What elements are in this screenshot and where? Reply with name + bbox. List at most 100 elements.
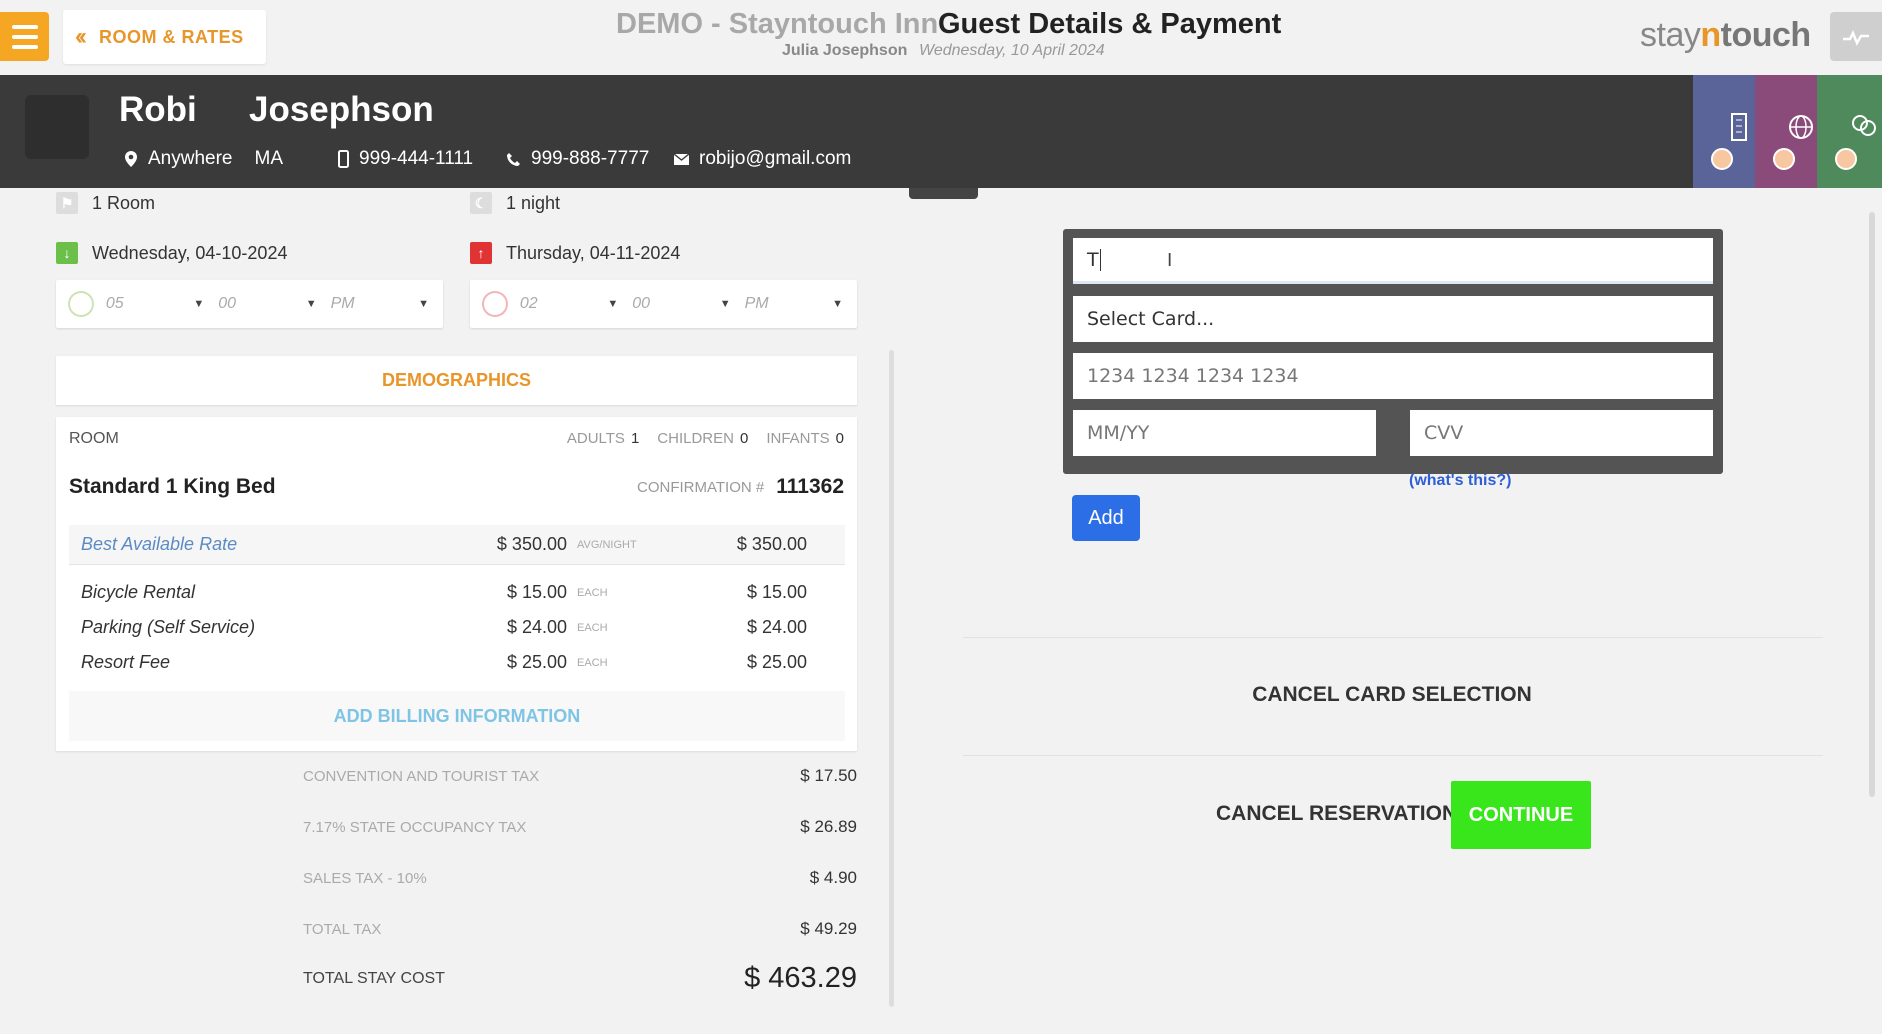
room-label: ROOM (69, 430, 119, 447)
addon-row: Parking (Self Service) $ 24.00 EACH $ 24… (81, 617, 807, 637)
guest-mobile[interactable]: 999-444-1111 (338, 148, 473, 170)
caret-down-icon: ▼ (719, 298, 731, 310)
caret-down-icon: ▼ (193, 298, 205, 310)
pulse-icon (1843, 29, 1869, 46)
cancel-card-selection-button[interactable]: CANCEL CARD SELECTION (1192, 683, 1592, 707)
tax-row: 7.17% STATE OCCUPANCY TAX $ 26.89 (303, 817, 857, 836)
tab-handle[interactable] (909, 188, 978, 199)
room-type: Standard 1 King Bed (69, 475, 276, 498)
guest-phone[interactable]: 999-888-7777 (506, 148, 649, 170)
arrival-time-picker: 05 ▼ 00 ▼ PM ▼ (56, 280, 443, 328)
guest-city: Anywhere (148, 148, 233, 169)
cardholder-name-input[interactable]: T Ι (1073, 238, 1713, 284)
arrival-ampm-select[interactable]: PM ▼ (331, 295, 443, 313)
clock-icon (68, 291, 94, 317)
night-count: ☾ 1 night (470, 192, 560, 214)
caret-down-icon: ▼ (418, 298, 429, 310)
i-beam-cursor-icon: Ι (1167, 250, 1173, 271)
addon-row: Bicycle Rental $ 15.00 EACH $ 15.00 (81, 582, 807, 602)
card-entry-frame: T Ι Select Card... 1234 1234 1234 1234 M… (1063, 229, 1723, 474)
hamburger-menu-button[interactable] (0, 12, 49, 61)
total-tax-row: TOTAL TAX $ 49.29 (303, 919, 857, 938)
page-title: Guest Details & Payment (938, 8, 1282, 40)
confirmation-number: 111362 (776, 475, 844, 498)
map-pin-icon (125, 151, 137, 167)
departure-hour-select[interactable]: 02 ▼ (520, 295, 632, 313)
total-stay-cost-row: TOTAL STAY COST $ 463.29 (303, 962, 857, 994)
avatar[interactable] (25, 95, 89, 159)
rings-icon (1851, 114, 1876, 136)
room-count: ⚑ 1 Room (56, 192, 155, 214)
hamburger-icon (11, 24, 38, 29)
right-scrollbar[interactable] (1869, 212, 1875, 797)
divider (963, 637, 1823, 638)
clock-icon (482, 291, 508, 317)
stayntouch-logo: stayntouch (1640, 16, 1811, 54)
side-tab-building[interactable] (1693, 75, 1755, 188)
caret-down-icon: ▼ (607, 298, 619, 310)
add-card-button[interactable]: Add (1072, 495, 1140, 541)
addon-row: Resort Fee $ 25.00 EACH $ 25.00 (81, 652, 807, 672)
occupancy: ADULTS 1 CHILDREN 0 INFANTS 0 (566, 430, 844, 447)
guest-info-bar: Robi Josephson Anywhere MA 999-444-1111 … (0, 75, 1882, 188)
departure-ampm-select[interactable]: PM ▼ (745, 295, 857, 313)
double-chevron-left-icon: ‹‹ (75, 23, 87, 50)
room-card: ROOM ADULTS 1 CHILDREN 0 INFANTS 0 Standard… (56, 417, 857, 751)
departure-date[interactable]: ↑ Thursday, 04-11-2024 (470, 242, 680, 264)
expiry-input[interactable]: MM/YY (1073, 410, 1376, 456)
side-tab-globe[interactable] (1755, 75, 1817, 188)
caret-down-icon: ▼ (305, 298, 317, 310)
select-card-dropdown[interactable]: Select Card... (1073, 296, 1713, 342)
user-name: Julia Josephson (782, 42, 908, 59)
card-number-input[interactable]: 1234 1234 1234 1234 (1073, 353, 1713, 399)
cvv-input[interactable]: CVV (1410, 410, 1713, 456)
guest-email[interactable]: robijo@gmail.com (674, 148, 851, 170)
phone-icon (507, 152, 520, 166)
children-count: 0 (739, 430, 749, 447)
moon-icon: ☾ (470, 192, 492, 214)
continue-button[interactable]: CONTINUE (1451, 781, 1591, 849)
guest-last-name[interactable]: Josephson (249, 90, 434, 130)
envelope-icon (674, 153, 689, 165)
left-scrollbar[interactable] (889, 350, 894, 1007)
search-icon (1711, 148, 1733, 170)
back-button-label: ROOM & RATES (98, 26, 244, 47)
back-to-room-rates-button[interactable]: ‹‹ ROOM & RATES (63, 10, 266, 64)
arrival-hour-select[interactable]: 05 ▼ (106, 295, 218, 313)
search-icon (1835, 148, 1857, 170)
infants-count: 0 (835, 430, 844, 447)
building-icon (1731, 112, 1747, 141)
arrival-date[interactable]: ↓ Wednesday, 04-10-2024 (56, 242, 287, 264)
departure-minute-select[interactable]: 00 ▼ (632, 295, 744, 313)
side-tab-rings[interactable] (1817, 75, 1882, 188)
add-billing-information-button[interactable]: ADD BILLING INFORMATION (69, 691, 845, 741)
activity-button[interactable] (1830, 12, 1882, 61)
hotel-name: DEMO - Stayntouch Inn (616, 8, 939, 40)
demographics-button[interactable]: DEMOGRAPHICS (56, 356, 857, 405)
business-date: Wednesday, 10 April 2024 (919, 42, 1105, 59)
rate-total: $ 350.00 (736, 534, 807, 554)
guest-first-name[interactable]: Robi (119, 90, 197, 130)
departure-time-picker: 02 ▼ 00 ▼ PM ▼ (470, 280, 857, 328)
guest-location[interactable]: Anywhere MA (124, 148, 283, 170)
tax-row: CONVENTION AND TOURIST TAX $ 17.50 (303, 766, 857, 785)
tax-row: SALES TAX - 10% $ 4.90 (303, 868, 857, 887)
divider (963, 755, 1823, 756)
arrival-minute-select[interactable]: 00 ▼ (218, 295, 330, 313)
top-header: ‹‹ ROOM & RATES DEMO - Stayntouch Inn Gu… (0, 0, 1882, 75)
flag-icon: ⚑ (56, 192, 78, 214)
rate-row[interactable]: Best Available Rate $ 350.00 AVG/NIGHT $… (81, 534, 847, 555)
cancel-reservation-button[interactable]: CANCEL RESERVATION (1216, 802, 1457, 826)
confirmation: CONFIRMATION # 111362 (637, 475, 844, 498)
rate-amount: $ 350.00 (496, 534, 567, 554)
arrival-arrow-icon: ↓ (56, 242, 78, 264)
caret-down-icon: ▼ (832, 298, 843, 310)
total-stay-cost: $ 463.29 (744, 962, 857, 994)
text-cursor (1099, 248, 1101, 271)
adults-count: 1 (630, 430, 640, 447)
search-icon (1773, 148, 1795, 170)
departure-arrow-icon: ↑ (470, 242, 492, 264)
rate-name: Best Available Rate (81, 534, 238, 554)
whats-this-link[interactable]: (what's this?) (1409, 472, 1511, 490)
mobile-phone-icon (338, 150, 349, 168)
